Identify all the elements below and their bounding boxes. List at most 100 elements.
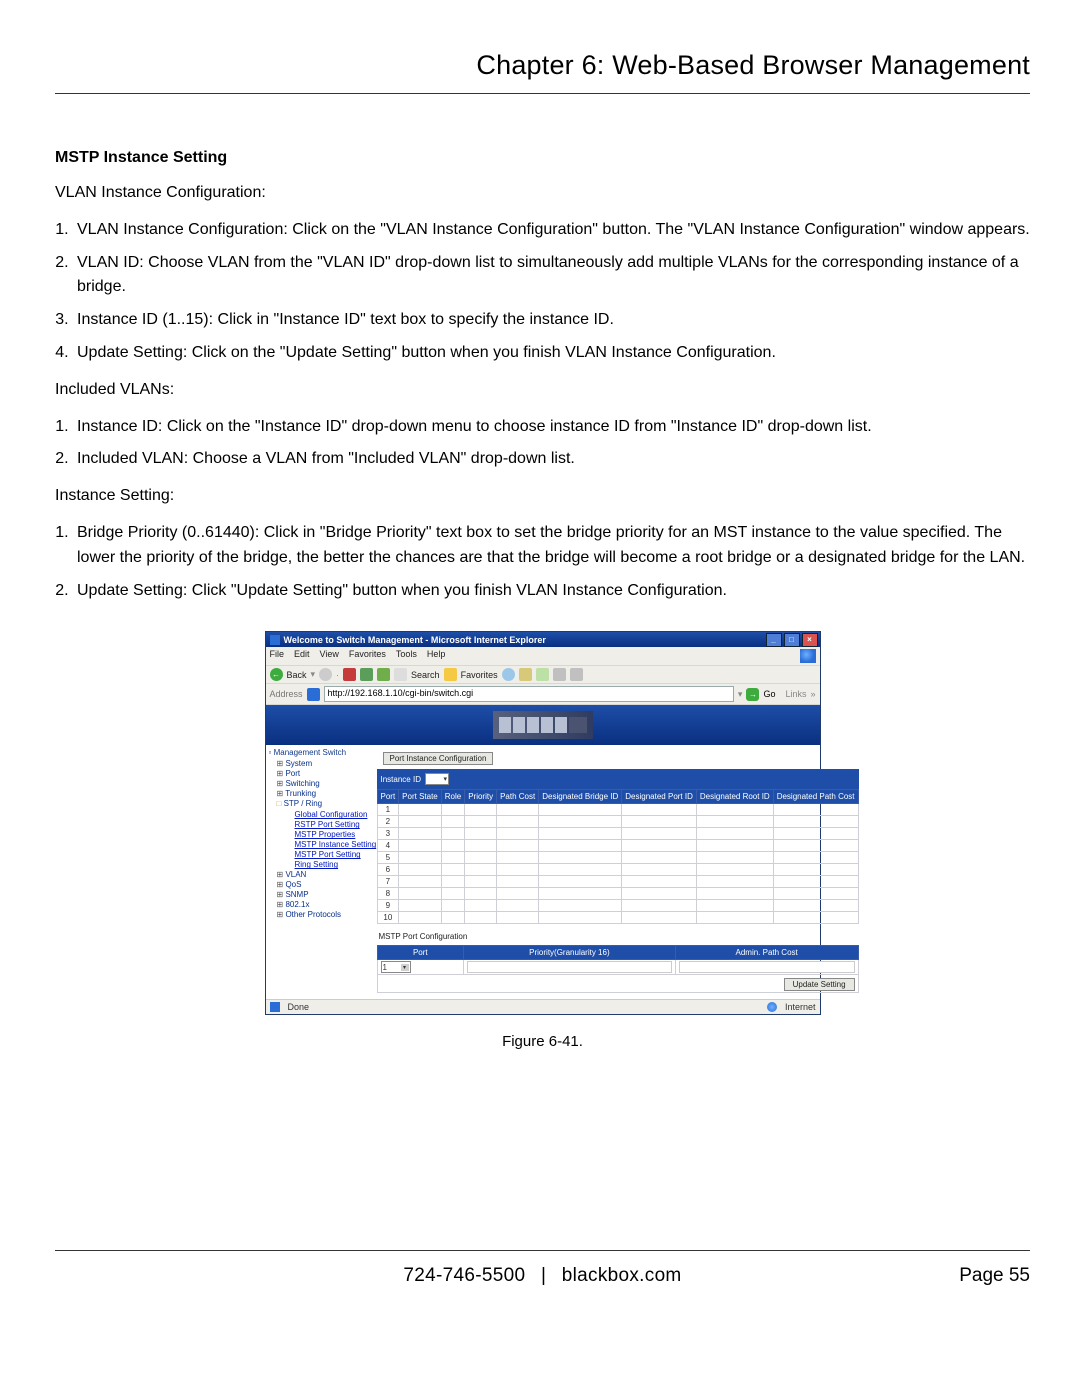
forward-icon[interactable] <box>319 668 332 681</box>
vlan-intro: VLAN Instance Configuration: <box>55 181 1030 206</box>
tree-qos[interactable]: QoS <box>277 880 369 889</box>
cell-port: 1 <box>377 804 399 816</box>
instance-id-select[interactable]: ▾ <box>425 773 449 785</box>
page-footer: 724-746-5500 | blackbox.com Page 55 <box>55 1250 1030 1287</box>
table-row: 1 <box>377 804 858 816</box>
table-row: 5 <box>377 852 858 864</box>
toolbar-icon[interactable] <box>553 668 566 681</box>
status-done: Done <box>288 1002 310 1012</box>
tree-snmp[interactable]: SNMP <box>277 890 369 899</box>
port-instance-config-button[interactable]: Port Instance Configuration <box>383 752 494 765</box>
favorites-label[interactable]: Favorites <box>461 670 498 680</box>
window-minimize-button[interactable]: _ <box>766 633 782 647</box>
search-icon[interactable] <box>394 668 407 681</box>
ie-logo-icon <box>800 649 816 663</box>
port-instance-table: Port Port State Role Priority Path Cost … <box>377 789 859 924</box>
history-icon[interactable] <box>502 668 515 681</box>
instance-intro: Instance Setting: <box>55 484 1030 509</box>
home-icon[interactable] <box>377 668 390 681</box>
mail-icon[interactable] <box>519 668 532 681</box>
menu-view[interactable]: View <box>320 649 339 663</box>
page-number: Page 55 <box>910 1265 1030 1287</box>
table-row: 7 <box>377 876 858 888</box>
instance-step: Bridge Priority (0..61440): Click in "Br… <box>73 521 1030 571</box>
instance-step: Update Setting: Click "Update Setting" b… <box>73 579 1030 604</box>
mstp-col-port: Port <box>377 946 464 960</box>
tree-ring-setting[interactable]: Ring Setting <box>285 860 369 869</box>
chevron-down-icon: ▾ <box>401 964 409 971</box>
footer-phone: 724-746-5500 <box>403 1265 525 1286</box>
tree-other[interactable]: Other Protocols <box>277 910 369 919</box>
stop-icon[interactable] <box>343 668 356 681</box>
mstp-col-priority: Priority(Granularity 16) <box>464 946 676 960</box>
links-label[interactable]: Links <box>785 689 806 699</box>
banner-image <box>493 711 593 739</box>
menu-help[interactable]: Help <box>427 649 446 663</box>
tree-global-config[interactable]: Global Configuration <box>285 810 369 819</box>
toolbar-icon[interactable] <box>570 668 583 681</box>
included-steps: Instance ID: Click on the "Instance ID" … <box>55 415 1030 473</box>
priority-input[interactable] <box>467 961 672 973</box>
chapter-title: Chapter 6: Web-Based Browser Management <box>55 50 1030 94</box>
tree-8021x[interactable]: 802.1x <box>277 900 369 909</box>
included-step: Instance ID: Click on the "Instance ID" … <box>73 415 1030 440</box>
tree-port[interactable]: Port <box>277 769 369 778</box>
table-row: 9 <box>377 900 858 912</box>
mstp-port-select[interactable]: 1 ▾ <box>381 961 411 973</box>
section-heading: MSTP Instance Setting <box>55 149 1030 167</box>
tree-mstp-instance[interactable]: MSTP Instance Setting <box>285 840 369 849</box>
go-label[interactable]: Go <box>763 689 775 699</box>
figure-caption: Figure 6-41. <box>55 1033 1030 1050</box>
tree-rstp-port[interactable]: RSTP Port Setting <box>285 820 369 829</box>
tree-mstp-port[interactable]: MSTP Port Setting <box>285 850 369 859</box>
cell-port: 3 <box>377 828 399 840</box>
menu-favorites[interactable]: Favorites <box>349 649 386 663</box>
included-step: Included VLAN: Choose a VLAN from "Inclu… <box>73 447 1030 472</box>
tree-switching[interactable]: Switching <box>277 779 369 788</box>
internet-icon <box>767 1002 777 1012</box>
ie-icon <box>270 635 280 645</box>
back-label[interactable]: Back <box>287 670 307 680</box>
favorites-icon[interactable] <box>444 668 457 681</box>
window-maximize-button[interactable]: □ <box>784 633 800 647</box>
path-cost-input[interactable] <box>679 961 855 973</box>
port-table-body: 1 2 3 4 5 6 7 8 9 10 <box>377 804 858 924</box>
print-icon[interactable] <box>536 668 549 681</box>
tree-stp-ring[interactable]: STP / Ring <box>277 799 369 808</box>
col-des-bridge: Designated Bridge ID <box>539 790 622 804</box>
menu-file[interactable]: File <box>270 649 285 663</box>
instance-id-label: Instance ID <box>381 775 421 784</box>
col-des-path: Designated Path Cost <box>773 790 858 804</box>
menu-edit[interactable]: Edit <box>294 649 310 663</box>
refresh-icon[interactable] <box>360 668 373 681</box>
tree-root[interactable]: ▫ Management Switch <box>269 748 369 757</box>
vlan-step: VLAN Instance Configuration: Click on th… <box>73 218 1030 243</box>
page-icon <box>307 688 320 701</box>
address-label: Address <box>270 689 303 699</box>
tree-system[interactable]: System <box>277 759 369 768</box>
search-label[interactable]: Search <box>411 670 440 680</box>
tree-trunking[interactable]: Trunking <box>277 789 369 798</box>
menu-tools[interactable]: Tools <box>396 649 417 663</box>
cell-port: 4 <box>377 840 399 852</box>
mstp-port-config-heading: MSTP Port Configuration <box>379 932 859 941</box>
tree-vlan[interactable]: VLAN <box>277 870 369 879</box>
back-icon[interactable]: ← <box>270 668 283 681</box>
done-icon <box>270 1002 280 1012</box>
vlan-step: VLAN ID: Choose VLAN from the "VLAN ID" … <box>73 251 1030 301</box>
cell-port: 7 <box>377 876 399 888</box>
go-icon[interactable]: → <box>746 688 759 701</box>
nav-tree: ▫ Management Switch System Port Switchin… <box>266 745 371 999</box>
instance-steps: Bridge Priority (0..61440): Click in "Br… <box>55 521 1030 603</box>
cell-port: 8 <box>377 888 399 900</box>
tree-mstp-properties[interactable]: MSTP Properties <box>285 830 369 839</box>
col-priority: Priority <box>465 790 497 804</box>
mstp-port-table: Port Priority(Granularity 16) Admin. Pat… <box>377 945 859 993</box>
table-row: 6 <box>377 864 858 876</box>
mstp-row: 1 ▾ <box>377 960 858 975</box>
col-des-root: Designated Root ID <box>696 790 773 804</box>
address-input[interactable]: http://192.168.1.10/cgi-bin/switch.cgi <box>324 686 734 702</box>
col-role: Role <box>441 790 464 804</box>
update-setting-button[interactable]: Update Setting <box>784 978 855 991</box>
window-close-button[interactable]: × <box>802 633 818 647</box>
